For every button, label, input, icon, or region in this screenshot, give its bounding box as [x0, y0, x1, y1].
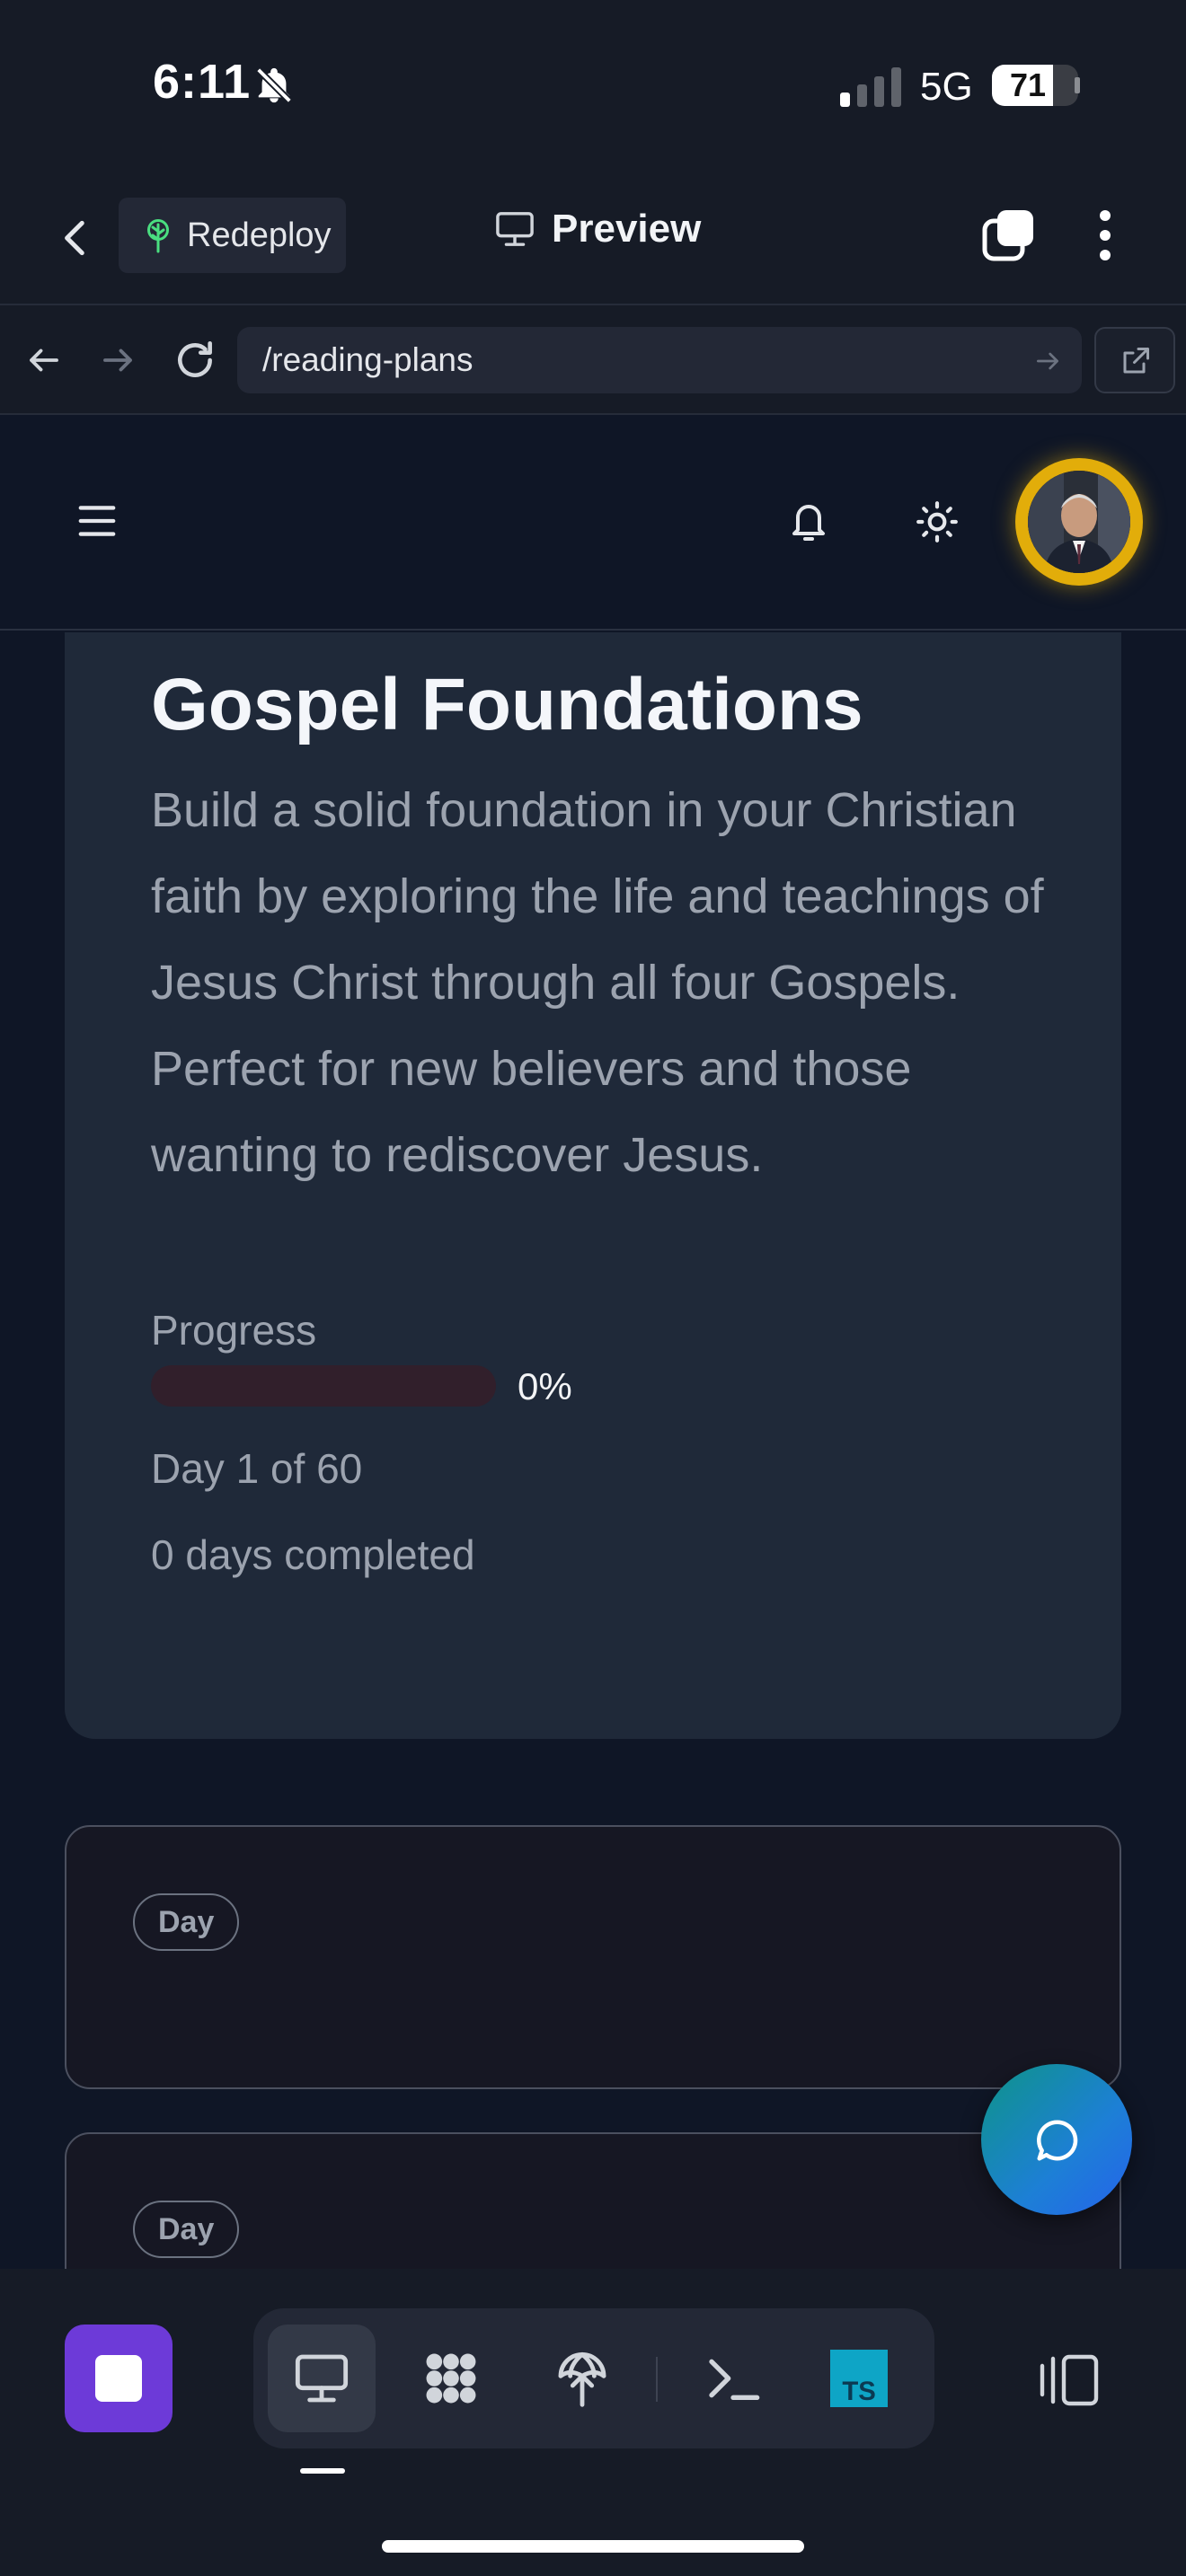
url-text: /reading-plans — [262, 341, 474, 378]
status-bar: 6:11 5G 71 — [0, 0, 1186, 171]
bottom-toolbar: TS — [0, 2269, 1186, 2576]
tool-divider — [656, 2357, 658, 2402]
plan-card: Gospel Foundations Build a solid foundat… — [65, 632, 1121, 1739]
stop-button[interactable] — [65, 2325, 173, 2432]
progress-bar — [151, 1365, 496, 1407]
workflows-tool-button[interactable] — [397, 2325, 505, 2432]
battery-tip — [1075, 77, 1080, 93]
home-indicator — [382, 2540, 804, 2553]
go-arrow-icon[interactable] — [1033, 347, 1062, 375]
redeploy-label: Redeploy — [187, 216, 332, 254]
avatar-photo — [1028, 471, 1130, 573]
day-badge: Day — [133, 1893, 240, 1951]
deploy-icon — [558, 2351, 606, 2407]
hamburger-menu-icon[interactable] — [77, 503, 117, 539]
day-card[interactable]: Day — [65, 1825, 1121, 2089]
nodes-icon — [426, 2353, 476, 2404]
battery-icon: 71 — [992, 65, 1078, 106]
more-options-icon[interactable] — [1087, 208, 1123, 262]
signal-icon — [840, 67, 901, 107]
tabs-icon[interactable] — [981, 208, 1035, 262]
monitor-icon — [496, 212, 534, 246]
svg-text:TS: TS — [842, 2377, 875, 2406]
redeploy-tree-icon — [147, 219, 169, 253]
site-header — [0, 415, 1186, 631]
bell-off-icon — [256, 67, 292, 103]
preview-tool-button[interactable] — [268, 2325, 376, 2432]
preview-tab-title: Preview — [494, 207, 701, 251]
stop-icon — [95, 2355, 142, 2402]
active-tool-indicator — [300, 2468, 345, 2474]
reload-icon[interactable] — [173, 338, 217, 383]
progress-label: Progress — [151, 1307, 317, 1354]
typescript-file-button[interactable]: TS — [805, 2325, 913, 2432]
current-day: Day 1 of 60 — [151, 1445, 363, 1492]
main-content: Gospel Foundations Build a solid foundat… — [0, 632, 1186, 2269]
battery-percent: 71 — [1009, 66, 1047, 103]
typescript-icon: TS — [830, 2350, 888, 2407]
console-tool-button[interactable] — [679, 2325, 787, 2432]
day-badge: Day — [133, 2201, 240, 2258]
plan-title: Gospel Foundations — [151, 664, 863, 745]
open-external-icon — [1123, 348, 1149, 374]
back-chevron-icon[interactable] — [54, 216, 99, 260]
redeploy-button[interactable]: Redeploy — [119, 198, 346, 273]
sun-icon[interactable] — [915, 499, 960, 544]
day-card[interactable]: Day — [65, 2132, 1121, 2269]
progress-percent: 0% — [518, 1365, 572, 1407]
user-avatar[interactable] — [1015, 458, 1143, 586]
open-external-button[interactable] — [1094, 327, 1175, 393]
preview-label: Preview — [552, 207, 702, 251]
chat-bubble-icon — [1037, 2120, 1078, 2161]
chat-button[interactable] — [981, 2064, 1132, 2215]
arrow-left-icon[interactable] — [25, 341, 63, 379]
terminal-icon — [709, 2359, 760, 2400]
status-time: 6:11 — [153, 55, 252, 109]
days-completed: 0 days completed — [151, 1531, 475, 1578]
panel-toggle-icon[interactable] — [1031, 2351, 1102, 2409]
network-type: 5G — [920, 65, 973, 109]
browser-bar: /reading-plans — [0, 305, 1186, 415]
url-field[interactable]: /reading-plans — [237, 327, 1082, 393]
tool-switcher: TS — [253, 2308, 934, 2448]
monitor-icon — [295, 2354, 349, 2403]
bell-icon[interactable] — [787, 498, 830, 544]
arrow-right-icon[interactable] — [99, 341, 137, 379]
plan-description: Build a solid foundation in your Christi… — [151, 783, 1044, 1182]
deploy-tool-button[interactable] — [528, 2325, 636, 2432]
app-header: Redeploy Preview — [0, 171, 1186, 305]
